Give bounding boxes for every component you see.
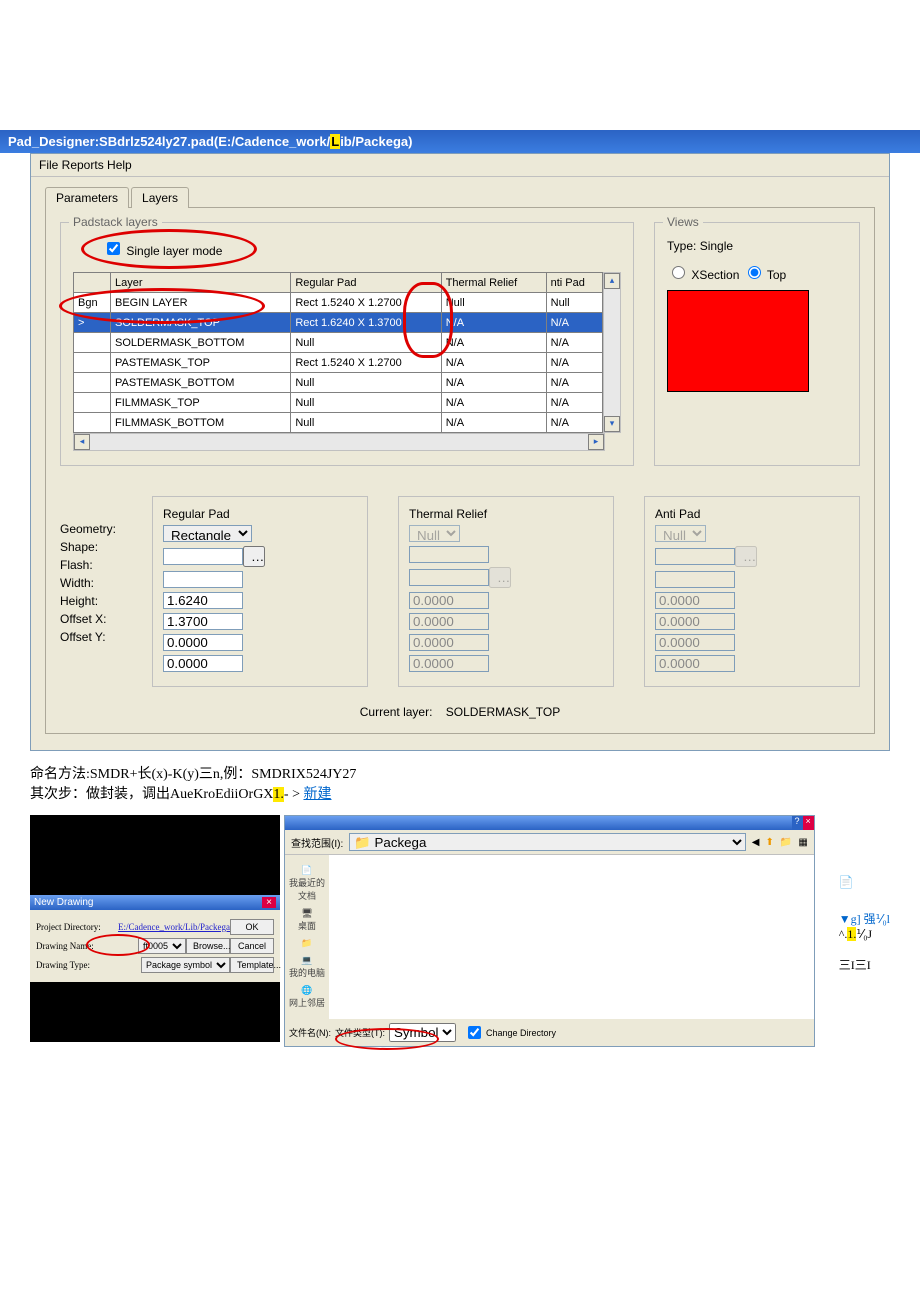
views-icon[interactable]: ▦ bbox=[798, 837, 807, 848]
open-dialog: ?× 查找范围(I): 📁 Packega ◀ ⬆ 📁 ▦ 📄我最近的文档 🖥桌… bbox=[284, 815, 815, 1047]
table-row[interactable]: FILMMASK_TOPNullN/AN/A bbox=[74, 393, 603, 413]
template-button[interactable]: Template... bbox=[230, 957, 274, 973]
table-vscroll[interactable]: ▴ ▾ bbox=[603, 272, 621, 433]
table-row[interactable]: PASTEMASK_BOTTOMNullN/AN/A bbox=[74, 373, 603, 393]
reg-height-input[interactable] bbox=[163, 613, 243, 630]
current-layer-value: SOLDERMASK_TOP bbox=[446, 705, 560, 719]
padstack-title: Padstack layers bbox=[69, 215, 162, 229]
table-row[interactable]: FILMMASK_BOTTOMNullN/AN/A bbox=[74, 413, 603, 433]
reg-offx-input[interactable] bbox=[163, 634, 243, 651]
ap-width-input bbox=[655, 592, 735, 609]
layer-table[interactable]: Layer Regular Pad Thermal Relief nti Pad… bbox=[73, 272, 603, 433]
tab-layers[interactable]: Layers bbox=[131, 187, 189, 208]
change-dir-checkbox[interactable] bbox=[468, 1026, 481, 1039]
type-label: Type: bbox=[667, 239, 696, 253]
new-drawing-dialog: New Drawing× Project Directory:E:/Cadenc… bbox=[30, 895, 280, 982]
help-icon[interactable]: ? bbox=[792, 816, 803, 830]
reg-width-input[interactable] bbox=[163, 592, 243, 609]
scroll-right-icon[interactable]: ▸ bbox=[588, 434, 604, 450]
current-layer-label: Current layer: bbox=[360, 705, 433, 719]
tr-offx-input bbox=[409, 634, 489, 651]
network-icon[interactable]: 🌐网上邻居 bbox=[285, 985, 329, 1009]
tr-offy-input bbox=[409, 655, 489, 672]
reg-flash-input[interactable] bbox=[163, 571, 243, 588]
cancel-button[interactable]: Cancel bbox=[230, 938, 274, 954]
scroll-down-icon[interactable]: ▾ bbox=[604, 416, 620, 432]
tr-width-input bbox=[409, 592, 489, 609]
type-value: Single bbox=[700, 239, 733, 253]
ap-geom-select: Null bbox=[655, 525, 706, 542]
table-row[interactable]: PASTEMASK_TOPRect 1.5240 X 1.2700N/AN/A bbox=[74, 353, 603, 373]
regular-pad-group: Regular Pad Rectangle … bbox=[152, 496, 368, 687]
scroll-up-icon[interactable]: ▴ bbox=[604, 273, 620, 289]
file-type-select[interactable]: Symbol bbox=[389, 1023, 456, 1042]
ap-shape-input bbox=[655, 548, 735, 565]
annotations: 📄 ▼g] 强⅟₀l ^.1.⅟₀J 三I三I bbox=[839, 815, 890, 1047]
table-row[interactable]: BgnBEGIN LAYERRect 1.5240 X 1.2700NullNu… bbox=[74, 293, 603, 313]
file-list[interactable] bbox=[329, 855, 814, 975]
up-icon[interactable]: ⬆ bbox=[765, 837, 773, 848]
reg-shape-input[interactable] bbox=[163, 548, 243, 565]
tr-geom-select: Null bbox=[409, 525, 460, 542]
close-icon[interactable]: × bbox=[803, 816, 814, 830]
tr-shape-input bbox=[409, 546, 489, 563]
ok-button[interactable]: OK bbox=[230, 919, 274, 935]
recent-icon[interactable]: 📄我最近的文档 bbox=[285, 865, 329, 902]
thermal-relief-group: Thermal Relief Null … bbox=[398, 496, 614, 687]
tr-height-input bbox=[409, 613, 489, 630]
tr-flash-browse: … bbox=[489, 567, 511, 588]
new-link[interactable]: 新建 bbox=[303, 787, 331, 802]
mypc-icon[interactable]: 💻我的电脑 bbox=[285, 955, 329, 979]
window-title: Pad_Designer:SBdrlz524ly27.pad(E:/Cadenc… bbox=[0, 130, 920, 153]
reg-offy-input[interactable] bbox=[163, 655, 243, 672]
anti-pad-group: Anti Pad Null … bbox=[644, 496, 860, 687]
tab-parameters[interactable]: Parameters bbox=[45, 187, 129, 208]
table-hscroll[interactable]: ◂ ▸ bbox=[73, 433, 605, 451]
table-row[interactable]: SOLDERMASK_BOTTOMNullN/AN/A bbox=[74, 333, 603, 353]
doc-line1: 命名方法:SMDR+长(x)-K(y)三n,例：SMDRIX524JY27 bbox=[30, 763, 890, 783]
ap-height-input bbox=[655, 613, 735, 630]
shape-browse-button[interactable]: … bbox=[243, 546, 265, 567]
menu-bar[interactable]: File Reports Help bbox=[31, 154, 889, 177]
browse-button[interactable]: Browse... bbox=[186, 938, 230, 954]
ap-offx-input bbox=[655, 634, 735, 651]
pad-preview bbox=[667, 290, 809, 392]
xsection-radio[interactable] bbox=[672, 266, 685, 279]
close-icon[interactable]: × bbox=[262, 897, 276, 908]
table-row[interactable]: >SOLDERMASK_TOPRect 1.6240 X 1.3700N/AN/… bbox=[74, 313, 603, 333]
back-icon[interactable]: ◀ bbox=[752, 837, 760, 848]
doc-line2: 其次步：做封装，调出AueKroEdiiOrGX1.- > 新建 bbox=[30, 783, 890, 803]
desktop-icon[interactable]: 🖥桌面 bbox=[285, 908, 329, 932]
views-title: Views bbox=[663, 215, 703, 229]
ap-shape-browse: … bbox=[735, 546, 757, 567]
ap-offy-input bbox=[655, 655, 735, 672]
scroll-left-icon[interactable]: ◂ bbox=[74, 434, 90, 450]
top-radio[interactable] bbox=[748, 266, 761, 279]
ap-flash-input bbox=[655, 571, 735, 588]
look-in-select[interactable]: 📁 Packega bbox=[349, 833, 746, 851]
newfolder-icon[interactable]: 📁 bbox=[780, 837, 792, 848]
mydocs-icon[interactable]: 📁 bbox=[285, 938, 329, 949]
drawing-type-select[interactable]: Package symbol bbox=[141, 957, 230, 973]
main-window: File Reports Help Parameters Layers Pads… bbox=[30, 153, 890, 751]
tr-flash-input bbox=[409, 569, 489, 586]
single-layer-mode-label: Single layer mode bbox=[126, 244, 222, 258]
reg-geom-select[interactable]: Rectangle bbox=[163, 525, 252, 542]
drawing-name-select[interactable]: ft0005 bbox=[138, 938, 186, 954]
single-layer-mode-checkbox[interactable] bbox=[107, 242, 120, 255]
